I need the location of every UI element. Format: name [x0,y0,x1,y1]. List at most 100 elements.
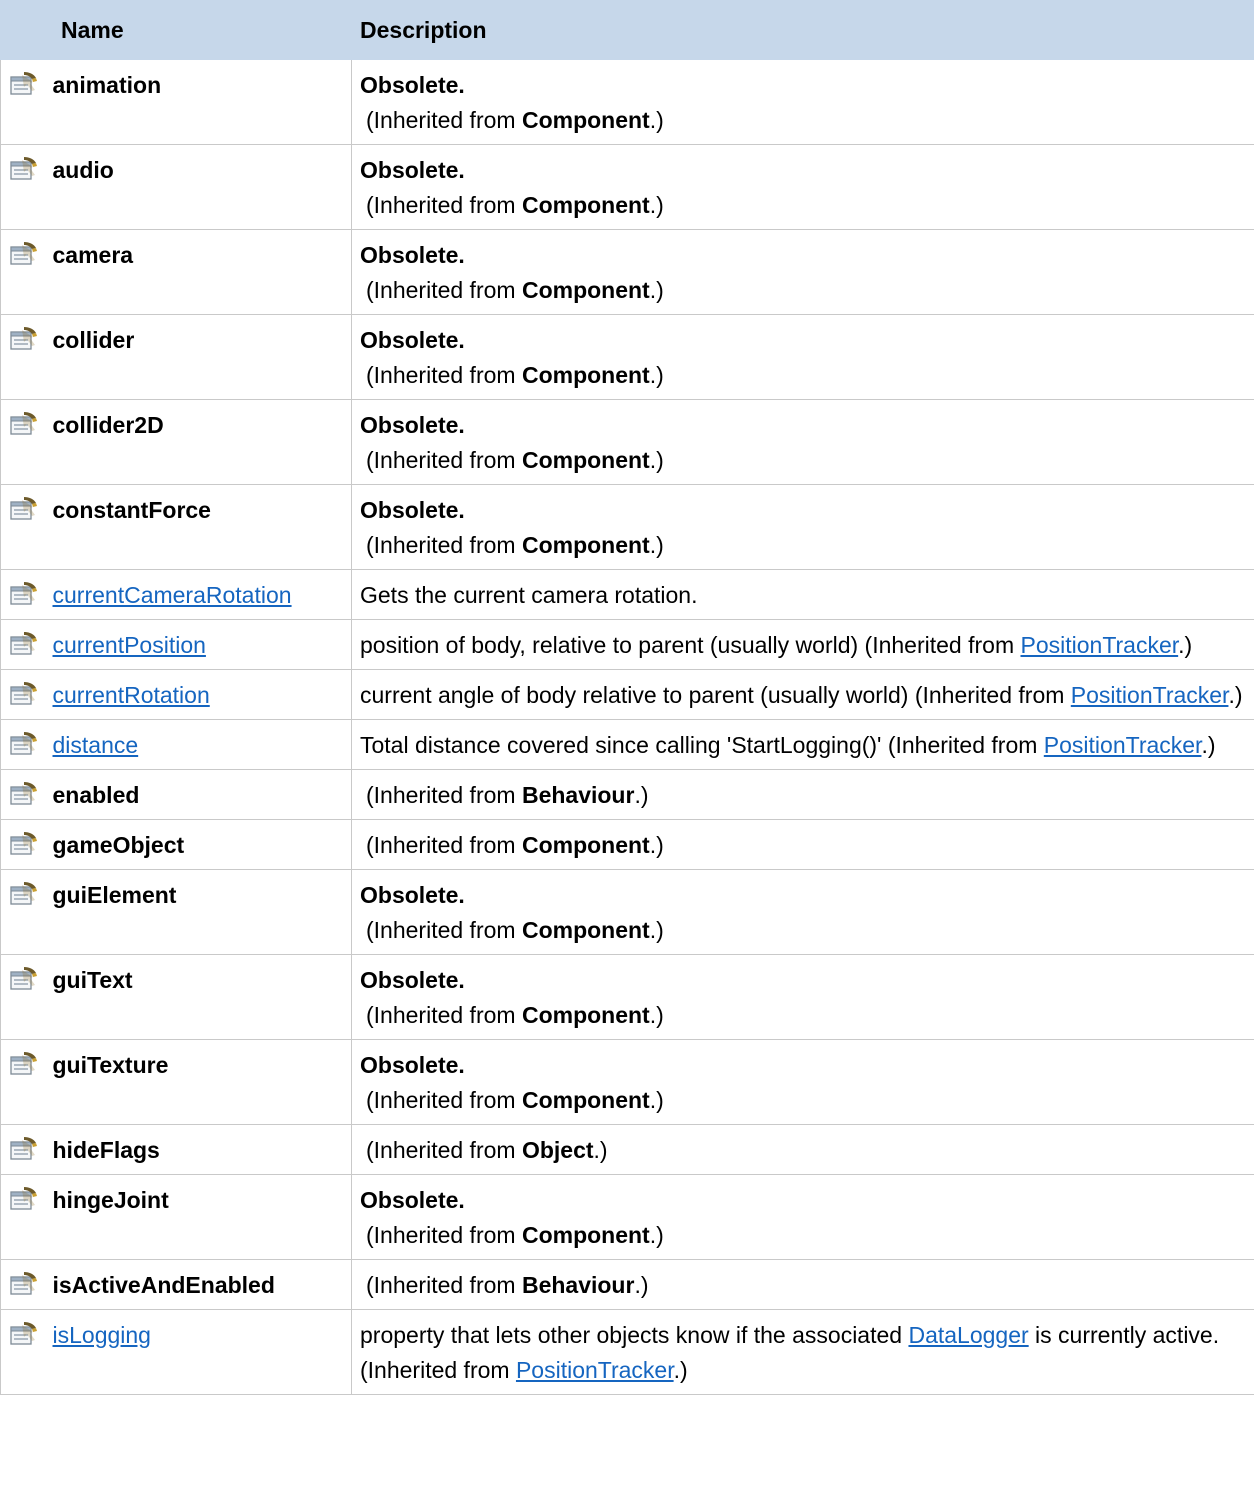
row-icon-cell [0,1309,47,1395]
inherited-suffix: .) [1228,682,1243,708]
row-name-cell: hingeJoint [46,1174,352,1260]
row-icon-cell [0,484,47,570]
table-row: camera Obsolete. (Inherited from Component… [0,229,1254,315]
row-description-cell: Obsolete. (Inherited from Component.) [351,869,1254,955]
property-icon [10,732,37,755]
row-name-cell: animation [46,59,352,145]
property-icon [10,1272,37,1295]
table-row: enabled (Inherited from Behaviour.) [0,769,1254,820]
inherited-prefix: (Inherited from [366,532,522,558]
member-name-link[interactable]: currentPosition [53,632,206,658]
inherited-note: (Inherited from Component.) [360,443,1248,478]
inherited-note: (Inherited from Object.) [360,1137,608,1163]
member-name-link[interactable]: currentRotation [53,682,210,708]
member-name-link[interactable]: currentCameraRotation [53,582,292,608]
inherited-class: Component [521,447,650,473]
table-row: currentRotation current angle of body rel… [0,669,1254,720]
member-name-link[interactable]: isLogging [53,1322,151,1348]
table-row: guiElement Obsolete. (Inherited from Compo… [0,869,1254,955]
table-row: distance Total distance covered since cal… [0,719,1254,770]
obsolete-label: Obsolete. [360,1187,465,1213]
property-icon [10,682,37,705]
row-name-cell: currentCameraRotation [46,569,352,620]
row-description-cell: Obsolete. (Inherited from Component.) [351,144,1254,230]
inherited-class: Component [521,107,650,133]
property-icon [10,327,37,350]
inherited-suffix: .) [1201,732,1216,758]
inherited-class: Component [521,917,650,943]
property-icon [10,157,37,180]
property-icon [10,582,37,605]
row-icon-cell [0,619,47,670]
inherited-suffix: .) [649,447,664,473]
obsolete-label: Obsolete. [360,882,465,908]
inherited-class-link[interactable]: PositionTracker [1021,632,1179,658]
row-icon-cell [0,869,47,955]
row-name-cell: isActiveAndEnabled [46,1259,352,1310]
row-name-cell: currentRotation [46,669,352,720]
inherited-prefix: (Inherited from [366,107,522,133]
member-name-link[interactable]: distance [53,732,139,758]
datalogger-link[interactable]: DataLogger [908,1322,1028,1348]
property-icon [10,72,37,95]
inherited-prefix: (Inherited from [366,782,522,808]
inherited-note: (Inherited from Component.) [360,998,1248,1033]
property-icon [10,1137,37,1160]
row-name-cell: enabled [46,769,352,820]
row-description-cell: current angle of body relative to parent… [351,669,1254,720]
inherited-prefix: (Inherited from [366,1222,522,1248]
property-icon [10,497,37,520]
property-icon [10,832,37,855]
obsolete-label: Obsolete. [360,497,465,523]
table-row: collider Obsolete. (Inherited from Compone… [0,314,1254,400]
row-description-cell: Obsolete. (Inherited from Component.) [351,314,1254,400]
member-name: animation [52,72,162,98]
header-name[interactable]: Name [46,0,352,60]
inherited-note: (Inherited from Component.) [360,832,664,858]
inherited-suffix: .) [649,532,664,558]
inherited-suffix: .) [649,1087,664,1113]
members-table: Name Description animation Obsolete. (Inhe… [0,0,1254,1395]
row-description-cell: Gets the current camera rotation. [351,569,1254,620]
member-name: camera [52,242,134,268]
inherited-class-link[interactable]: PositionTracker [1044,732,1202,758]
row-icon-cell [0,769,47,820]
inherited-suffix: .) [673,1357,688,1383]
table-row: isActiveAndEnabled (Inherited from Behavi… [0,1259,1254,1310]
property-icon [10,632,37,655]
row-name-cell: constantForce [46,484,352,570]
row-description-cell: Obsolete. (Inherited from Component.) [351,59,1254,145]
description-text: position of body, relative to parent (us… [360,632,1021,658]
inherited-suffix: .) [649,917,664,943]
inherited-class: Behaviour [521,1272,635,1298]
inherited-suffix: .) [634,1272,649,1298]
table-row: hideFlags (Inherited from Object.) [0,1124,1254,1175]
inherited-prefix: (Inherited from [366,1272,522,1298]
description-text: property that lets other objects know if… [360,1322,909,1348]
table-row: isLogging property that lets other object… [0,1309,1254,1395]
header-description[interactable]: Description [351,0,1254,60]
table-row: collider2D Obsolete. (Inherited from Compo… [0,399,1254,485]
row-description-cell: Total distance covered since calling 'St… [351,719,1254,770]
inherited-prefix: (Inherited from [366,362,522,388]
row-icon-cell [0,669,47,720]
inherited-prefix: (Inherited from [366,917,522,943]
row-name-cell: camera [46,229,352,315]
member-name: guiElement [52,882,177,908]
inherited-class: Component [521,1087,650,1113]
inherited-class-link[interactable]: PositionTracker [516,1357,674,1383]
description-text: current angle of body relative to parent… [360,682,1071,708]
member-name: hingeJoint [52,1187,169,1213]
row-name-cell: isLogging [46,1309,352,1395]
row-icon-cell [0,719,47,770]
member-name: enabled [52,782,140,808]
row-name-cell: collider [46,314,352,400]
property-icon [10,782,37,805]
row-description-cell: Obsolete. (Inherited from Component.) [351,1039,1254,1125]
property-icon [10,1187,37,1210]
inherited-prefix: (Inherited from [366,277,522,303]
inherited-suffix: .) [634,782,649,808]
row-icon-cell [0,954,47,1040]
inherited-class-link[interactable]: PositionTracker [1071,682,1229,708]
inherited-class: Component [521,1222,650,1248]
